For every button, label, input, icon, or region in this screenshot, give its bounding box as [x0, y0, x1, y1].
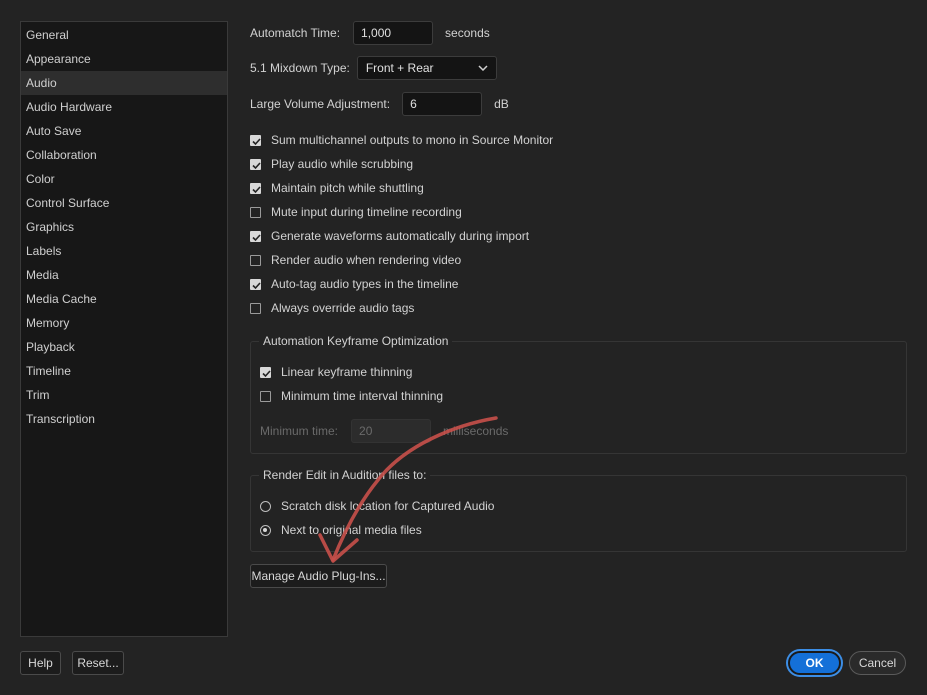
minimum-thinning-checkbox-row[interactable]: Minimum time interval thinning — [260, 389, 443, 403]
option-label: Auto-tag audio types in the timeline — [271, 277, 459, 291]
volume-unit: dB — [494, 97, 509, 111]
checked-checkbox[interactable] — [250, 158, 261, 170]
option-label: Play audio while scrubbing — [271, 157, 414, 171]
minimum-time-label: Minimum time: — [260, 424, 339, 438]
preferences-category-list[interactable]: General Appearance Audio Audio Hardware Auto… — [20, 21, 228, 637]
cancel-button[interactable]: Cancel — [849, 651, 906, 675]
option-label: Render audio when rendering video — [271, 253, 462, 267]
sidebar-item-timeline[interactable]: Timeline — [21, 359, 227, 383]
scratch-disk-label: Scratch disk location for Captured Audio — [281, 499, 495, 513]
option-label: Generate waveforms automatically during … — [271, 229, 530, 243]
linear-thinning-checkbox-row[interactable]: Linear keyframe thinning — [260, 365, 412, 379]
minimum-thinning-label: Minimum time interval thinning — [281, 389, 444, 403]
option-checkbox-row[interactable]: Generate waveforms automatically during … — [250, 229, 529, 243]
option-checkbox-row[interactable]: Render audio when rendering video — [250, 253, 461, 267]
automatch-row: Automatch Time: 1,000 seconds — [250, 21, 490, 45]
automatch-unit: seconds — [445, 26, 490, 40]
mixdown-label: 5.1 Mixdown Type: — [250, 61, 350, 75]
sidebar-item-transcription[interactable]: Transcription — [21, 407, 227, 431]
sidebar-item-appearance[interactable]: Appearance — [21, 47, 227, 71]
sidebar-item-collaboration[interactable]: Collaboration — [21, 143, 227, 167]
sidebar-item-color[interactable]: Color — [21, 167, 227, 191]
mixdown-type-select[interactable]: Front + Rear — [356, 56, 497, 80]
chevron-down-icon — [478, 65, 488, 71]
render-group-title: Render Edit in Audition files to: — [259, 468, 431, 482]
unchecked-checkbox[interactable] — [250, 254, 261, 266]
checked-checkbox[interactable] — [250, 230, 261, 242]
option-checkbox-row[interactable]: Always override audio tags — [250, 301, 414, 315]
unchecked-checkbox[interactable] — [250, 302, 261, 314]
option-checkbox-row[interactable]: Mute input during timeline recording — [250, 205, 462, 219]
option-label: Mute input during timeline recording — [271, 205, 462, 219]
volume-label: Large Volume Adjustment: — [250, 97, 391, 111]
sidebar-item-control-surface[interactable]: Control Surface — [21, 191, 227, 215]
automatch-label: Automatch Time: — [250, 26, 341, 40]
sidebar-item-playback[interactable]: Playback — [21, 335, 227, 359]
mixdown-row: 5.1 Mixdown Type: Front + Rear — [250, 56, 497, 80]
sidebar-item-trim[interactable]: Trim — [21, 383, 227, 407]
checked-checkbox[interactable] — [250, 134, 261, 146]
sidebar-item-memory[interactable]: Memory — [21, 311, 227, 335]
minimum-time-row: Minimum time: 20 milliseconds — [260, 419, 508, 443]
checked-checkbox[interactable] — [250, 182, 261, 194]
sidebar-item-general[interactable]: General — [21, 23, 227, 47]
minimum-thinning-checkbox[interactable] — [260, 390, 271, 402]
original-media-label: Next to original media files — [281, 523, 422, 537]
original-media-radio[interactable] — [260, 524, 271, 536]
render-edit-group: Render Edit in Audition files to: — [250, 468, 907, 552]
option-checkbox-row[interactable]: Auto-tag audio types in the timeline — [250, 277, 458, 291]
unchecked-checkbox[interactable] — [250, 206, 261, 218]
option-label: Always override audio tags — [271, 301, 415, 315]
sidebar-item-media-cache[interactable]: Media Cache — [21, 287, 227, 311]
linear-thinning-checkbox[interactable] — [260, 366, 271, 378]
sidebar-item-graphics[interactable]: Graphics — [21, 215, 227, 239]
sidebar-item-audio[interactable]: Audio — [21, 71, 227, 95]
option-checkbox-row[interactable]: Sum multichannel outputs to mono in Sour… — [250, 133, 553, 147]
volume-row: Large Volume Adjustment: 6 dB — [250, 92, 509, 116]
minimum-time-input[interactable]: 20 — [351, 419, 432, 443]
sidebar-item-audio-hardware[interactable]: Audio Hardware — [21, 95, 227, 119]
option-label: Maintain pitch while shuttling — [271, 181, 424, 195]
render-option-scratch-row[interactable]: Scratch disk location for Captured Audio — [260, 499, 494, 513]
mixdown-selected-value: Front + Rear — [365, 61, 434, 75]
sidebar-item-auto-save[interactable]: Auto Save — [21, 119, 227, 143]
volume-adjustment-input[interactable]: 6 — [402, 92, 483, 116]
checked-checkbox[interactable] — [250, 278, 261, 290]
ok-button[interactable]: OK — [788, 651, 841, 675]
minimum-time-unit: milliseconds — [443, 424, 509, 438]
help-button[interactable]: Help — [20, 651, 61, 675]
scratch-disk-radio[interactable] — [260, 500, 271, 512]
automatch-time-input[interactable]: 1,000 — [353, 21, 434, 45]
manage-audio-plugins-button[interactable]: Manage Audio Plug-Ins... — [250, 564, 387, 588]
keyframe-group-title: Automation Keyframe Optimization — [259, 334, 453, 348]
render-option-original-row[interactable]: Next to original media files — [260, 523, 422, 537]
linear-thinning-label: Linear keyframe thinning — [281, 365, 413, 379]
option-checkbox-row[interactable]: Play audio while scrubbing — [250, 157, 413, 171]
sidebar-item-labels[interactable]: Labels — [21, 239, 227, 263]
sidebar-item-media[interactable]: Media — [21, 263, 227, 287]
option-label: Sum multichannel outputs to mono in Sour… — [271, 133, 554, 147]
reset-button[interactable]: Reset... — [72, 651, 124, 675]
option-checkbox-row[interactable]: Maintain pitch while shuttling — [250, 181, 424, 195]
